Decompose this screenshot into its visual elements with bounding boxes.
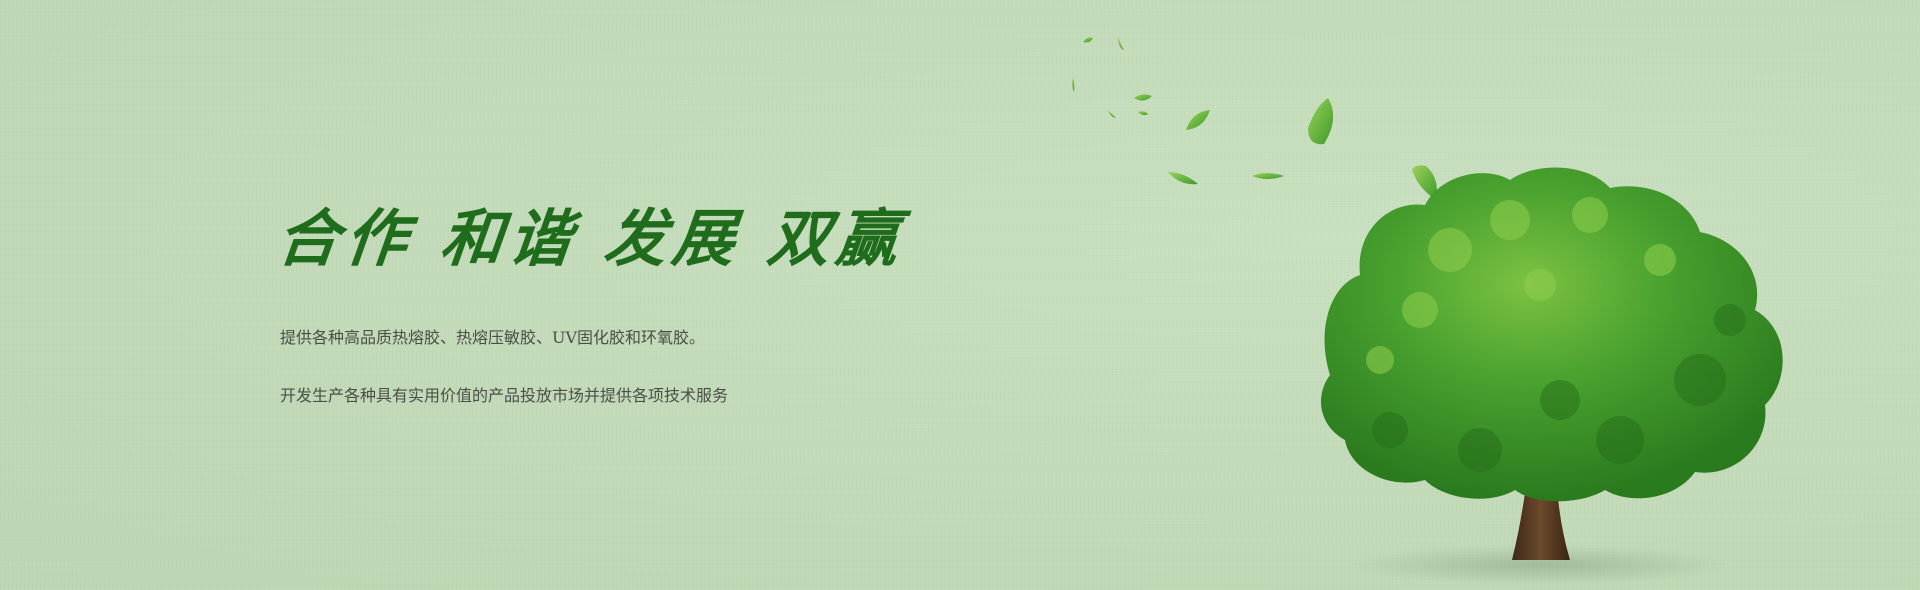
leaf-icon: [1072, 36, 1437, 200]
hero-banner: 合作 和谐 发展 双赢 提供各种高品质热熔胶、热熔压敏胶、UV固化胶和环氧胶。 …: [0, 0, 1920, 590]
decorative-art: [1072, 36, 1783, 585]
tree-illustration: [1321, 167, 1783, 560]
